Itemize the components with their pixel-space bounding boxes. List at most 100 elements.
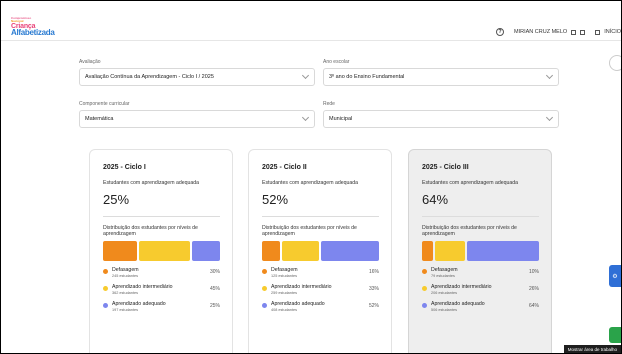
distribution-label: Distribuição dos estudantes por níveis d… [103, 225, 198, 238]
cycle-card[interactable]: 2025 - Ciclo II Estudantes com aprendiza… [248, 149, 392, 353]
card-divider [103, 216, 220, 217]
dot-intermediario-icon [262, 286, 267, 292]
level-count: 197 estudantes [112, 308, 138, 313]
level-name: Defasagem [112, 267, 139, 274]
dot-intermediario-icon [422, 286, 427, 292]
home-link[interactable]: INÍCIO [604, 29, 621, 35]
level-percent: 30% [209, 269, 220, 276]
distribution-bar [262, 241, 379, 262]
bar-segment-intermediario [138, 241, 190, 262]
logo[interactable]: Compromisso Nacional Criança Alfabetizad… [11, 17, 55, 37]
logo-line-4: Alfabetizada [11, 28, 55, 37]
cycle-card[interactable]: 2025 - Ciclo I Estudantes com aprendizag… [89, 149, 233, 353]
bar-segment-adequado [191, 241, 220, 262]
level-name: Aprendizado adequado [271, 301, 325, 308]
bar-segment-defasagem [422, 241, 434, 262]
level-count: 125 estudantes [271, 274, 297, 279]
level-name: Aprendizado intermediário [112, 284, 173, 291]
filter-ano: Ano escolar 3º ano do Ensino Fundamental [323, 59, 559, 86]
chevron-down-icon [545, 71, 554, 80]
level-percent: 45% [209, 286, 220, 293]
filter-avaliacao: Avaliação Avaliação Contínua da Aprendiz… [79, 59, 315, 86]
user-menu-icon[interactable] [571, 29, 577, 35]
notification-icon[interactable] [580, 29, 586, 35]
help-icon[interactable]: ? [496, 28, 505, 36]
level-name: Defasagem [431, 267, 458, 274]
chevron-down-icon [301, 71, 310, 80]
card-percent: 64% [422, 192, 449, 207]
card-subtitle: Estudantes com aprendizagem adequada [262, 180, 359, 186]
componente-select[interactable]: Matemática [79, 110, 315, 128]
card-subtitle: Estudantes com aprendizagem adequada [422, 180, 519, 186]
filter-rede-label: Rede [323, 101, 335, 107]
level-name: Aprendizado intermediário [271, 284, 332, 291]
level-row-defasagem: Defasagem 245 estudantes 30% [103, 267, 220, 278]
chevron-down-icon [301, 113, 310, 122]
home-icon[interactable] [595, 29, 601, 35]
filter-componente-label: Componente curricular [79, 101, 130, 107]
level-row-defasagem: Defasagem 125 estudantes 16% [262, 267, 379, 278]
level-percent: 25% [209, 303, 220, 310]
page: Compromisso Nacional Criança Alfabetizad… [1, 1, 621, 353]
chevron-down-icon [545, 113, 554, 122]
ano-select[interactable]: 3º ano do Ensino Fundamental [323, 68, 559, 86]
level-row-intermediario: Aprendizado intermediário 362 estudantes … [103, 284, 220, 295]
level-row-adequado: Aprendizado adequado 408 estudantes 52% [262, 301, 379, 312]
level-count: 245 estudantes [112, 274, 138, 279]
level-name: Aprendizado intermediário [431, 284, 492, 291]
level-percent: 26% [528, 286, 539, 293]
card-title: 2025 - Ciclo I [103, 164, 146, 171]
level-row-adequado: Aprendizado adequado 197 estudantes 25% [103, 301, 220, 312]
level-name: Aprendizado adequado [112, 301, 166, 308]
bar-segment-adequado [320, 241, 379, 262]
card-subtitle: Estudantes com aprendizagem adequada [103, 180, 200, 186]
level-percent: 10% [528, 269, 539, 276]
dot-defasagem-icon [103, 269, 108, 275]
cycle-card-selected[interactable]: 2025 - Ciclo III Estudantes com aprendiz… [408, 149, 552, 353]
card-percent: 52% [262, 192, 289, 207]
filter-componente: Componente curricular Matemática [79, 101, 315, 128]
level-row-intermediario: Aprendizado intermediário 259 estudantes … [262, 284, 379, 295]
dot-intermediario-icon [103, 286, 108, 292]
distribution-bar [103, 241, 220, 262]
distribution-label: Distribuição dos estudantes por níveis d… [262, 225, 357, 238]
tooltip: Mostrar área de trabalho [563, 345, 621, 353]
level-percent: 33% [368, 286, 379, 293]
level-name: Defasagem [271, 267, 298, 274]
bar-segment-intermediario [435, 241, 465, 262]
top-header: Compromisso Nacional Criança Alfabetizad… [1, 1, 621, 41]
ano-value: 3º ano do Ensino Fundamental [329, 74, 405, 80]
card-title: 2025 - Ciclo III [422, 164, 469, 171]
accessibility-icon[interactable]: ⚙ [609, 265, 621, 287]
dot-adequado-icon [103, 303, 108, 309]
side-scroll-button[interactable] [609, 55, 621, 71]
level-name: Aprendizado adequado [431, 301, 485, 308]
distribution-label: Distribuição dos estudantes por níveis d… [422, 225, 517, 238]
avaliacao-select[interactable]: Avaliação Contínua da Aprendizagem - Cic… [79, 68, 315, 86]
filter-avaliacao-label: Avaliação [79, 59, 101, 65]
rede-value: Municipal [329, 116, 353, 122]
bar-segment-defasagem [103, 241, 137, 262]
rede-select[interactable]: Municipal [323, 110, 559, 128]
filter-rede: Rede Municipal [323, 101, 559, 128]
bar-segment-adequado [466, 241, 539, 262]
dot-defasagem-icon [422, 269, 427, 275]
level-row-adequado: Aprendizado adequado 506 estudantes 64% [422, 301, 539, 312]
level-percent: 64% [528, 303, 539, 310]
level-count: 259 estudantes [271, 291, 297, 296]
dot-adequado-icon [262, 303, 267, 309]
dot-adequado-icon [422, 303, 427, 309]
dot-defasagem-icon [262, 269, 267, 275]
filter-ano-label: Ano escolar [323, 59, 350, 65]
level-percent: 52% [368, 303, 379, 310]
card-title: 2025 - Ciclo II [262, 164, 307, 171]
user-name[interactable]: MIRIAN CRUZ MELO [514, 29, 567, 35]
componente-value: Matemática [85, 116, 114, 122]
level-row-defasagem: Defasagem 79 estudantes 10% [422, 267, 539, 278]
level-percent: 16% [368, 269, 379, 276]
level-count: 506 estudantes [431, 308, 457, 313]
level-row-intermediario: Aprendizado intermediário 206 estudantes … [422, 284, 539, 295]
chat-icon[interactable] [609, 327, 621, 343]
distribution-bar [422, 241, 539, 262]
bar-segment-defasagem [262, 241, 280, 262]
